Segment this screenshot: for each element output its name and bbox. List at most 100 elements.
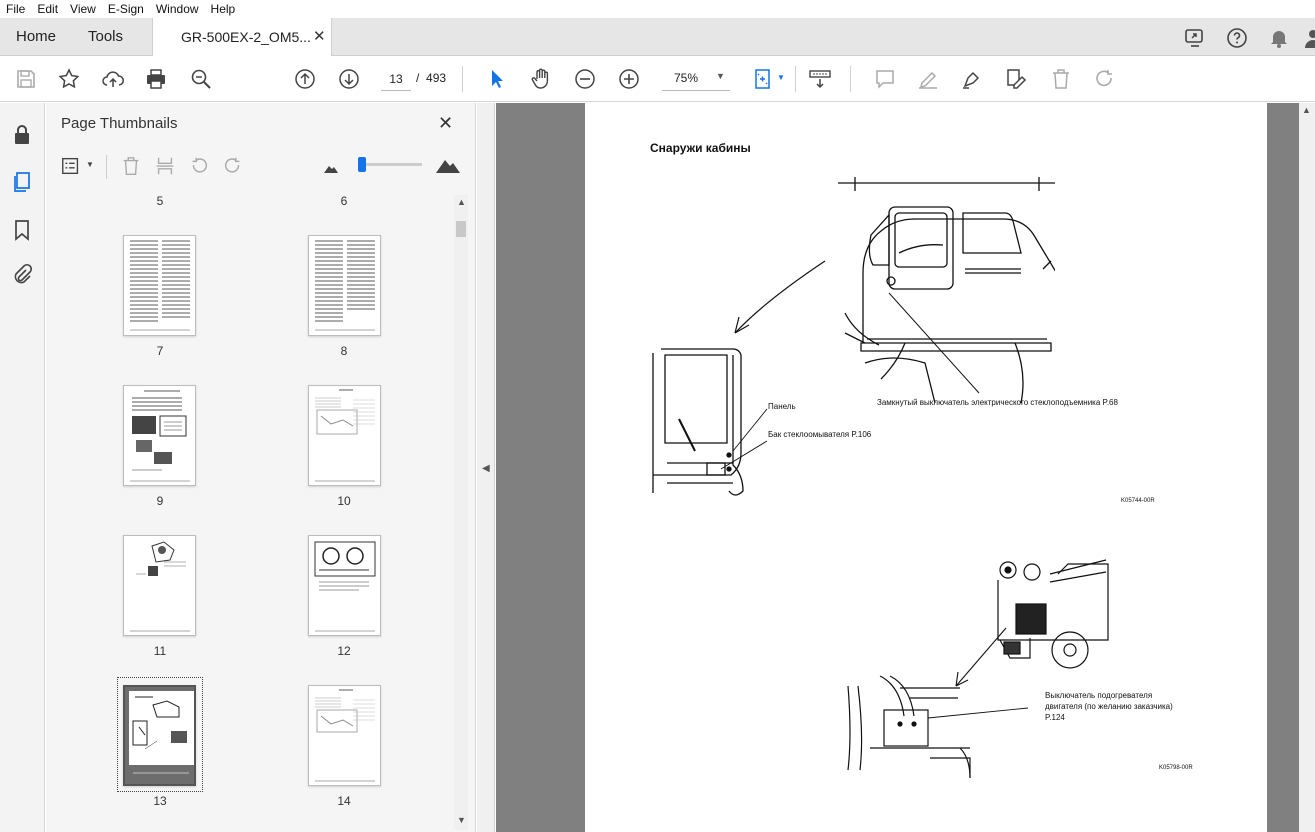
save-icon[interactable] bbox=[14, 67, 38, 91]
thumbnail-label: 12 bbox=[337, 644, 351, 658]
scroll-down-icon[interactable]: ▼ bbox=[457, 815, 466, 825]
engine-heater-diagram bbox=[847, 559, 1109, 778]
delete-icon[interactable] bbox=[1049, 67, 1073, 91]
toolbar-divider bbox=[795, 66, 796, 92]
zoom-in-icon[interactable] bbox=[617, 67, 641, 91]
delete-page-icon[interactable] bbox=[120, 155, 142, 177]
collapse-arrow-icon: ◀ bbox=[482, 463, 490, 474]
thumbnail-label: 11 bbox=[153, 644, 167, 658]
thumbnails-scrollbar[interactable]: ▲ ▼ bbox=[454, 195, 468, 830]
menu-window[interactable]: Window bbox=[150, 2, 205, 16]
menu-esign[interactable]: E-Sign bbox=[102, 2, 150, 16]
menu-view[interactable]: View bbox=[64, 2, 102, 16]
thumbnail-size-slider-handle[interactable] bbox=[358, 157, 366, 172]
page-thumbnail-14[interactable] bbox=[308, 685, 381, 786]
page-separator: / bbox=[416, 71, 420, 85]
draw-signature-icon[interactable] bbox=[960, 67, 984, 91]
highlight-pen-icon[interactable] bbox=[916, 67, 940, 91]
zoom-search-icon[interactable] bbox=[189, 67, 213, 91]
label-panel: Панель bbox=[768, 402, 796, 411]
rotate-counterclockwise-icon[interactable] bbox=[188, 155, 210, 177]
label-window-switch: Замкнутый выключатель электрического сте… bbox=[877, 398, 1118, 407]
panel-close-button[interactable]: ✕ bbox=[438, 113, 453, 134]
thumbnail-label: 13 bbox=[153, 794, 167, 808]
page-thumbnail-13[interactable] bbox=[123, 685, 196, 786]
panel-title: Page Thumbnails bbox=[61, 115, 178, 132]
zoom-level-select[interactable]: 75% ▼ bbox=[662, 67, 730, 91]
scroll-up-icon[interactable]: ▲ bbox=[457, 197, 466, 207]
bookmark-icon[interactable] bbox=[10, 218, 34, 242]
edit-document-icon[interactable] bbox=[1004, 67, 1028, 91]
extract-page-icon[interactable] bbox=[154, 155, 176, 177]
toolbar-divider bbox=[850, 66, 851, 92]
print-icon[interactable] bbox=[144, 67, 168, 91]
tab-home[interactable]: Home bbox=[16, 18, 56, 56]
help-icon[interactable] bbox=[1225, 26, 1249, 50]
page-thumbnail-12[interactable] bbox=[308, 535, 381, 636]
thumbnail-diagram-page bbox=[314, 541, 376, 632]
tab-tools[interactable]: Tools bbox=[88, 18, 123, 56]
figure-code-1: K05744-00R bbox=[1121, 498, 1155, 504]
document-viewport[interactable]: Снаружи кабины Замкнутый выключатель эле… bbox=[496, 103, 1299, 832]
options-menu-icon[interactable] bbox=[60, 155, 82, 177]
redo-icon[interactable] bbox=[1093, 67, 1117, 91]
rotate-clockwise-icon[interactable] bbox=[222, 155, 244, 177]
options-chevron-icon[interactable]: ▼ bbox=[86, 160, 94, 169]
document-scrollbar[interactable]: ▲ bbox=[1299, 103, 1315, 832]
thumbnail-label: 5 bbox=[156, 194, 164, 208]
tab-close-button[interactable]: ✕ bbox=[313, 27, 326, 45]
previous-page-icon[interactable] bbox=[293, 67, 317, 91]
thumbnail-label: 6 bbox=[340, 194, 348, 208]
label-heater-switch-3: P.124 bbox=[1045, 713, 1065, 722]
large-mountain-icon[interactable] bbox=[436, 157, 460, 173]
page-thumbnail-11[interactable] bbox=[123, 535, 196, 636]
fit-page-chevron-icon[interactable]: ▼ bbox=[777, 73, 785, 82]
share-screen-icon[interactable] bbox=[1183, 26, 1207, 50]
attachment-paperclip-icon[interactable] bbox=[10, 263, 34, 287]
thumbnail-diagram-page bbox=[130, 390, 190, 482]
menu-file[interactable]: File bbox=[0, 2, 31, 16]
panel-collapse-handle[interactable]: ◀ bbox=[477, 103, 495, 832]
tab-document[interactable]: GR-500EX-2_OM5... ✕ bbox=[152, 18, 332, 57]
lock-icon[interactable] bbox=[10, 123, 34, 147]
thumbnail-label: 10 bbox=[337, 494, 351, 508]
page-number-input[interactable] bbox=[381, 67, 411, 91]
page-thumbnail-10[interactable] bbox=[308, 385, 381, 486]
label-heater-switch-1: Выключатель подогревателя bbox=[1045, 691, 1153, 700]
zoom-out-icon[interactable] bbox=[573, 67, 597, 91]
scrolling-mode-icon[interactable] bbox=[808, 67, 832, 91]
comment-icon[interactable] bbox=[873, 67, 897, 91]
bookmark-star-icon[interactable] bbox=[57, 67, 81, 91]
fit-page-icon[interactable] bbox=[752, 67, 776, 91]
thumbnail-label: 14 bbox=[337, 794, 351, 808]
thumbnail-text-page bbox=[315, 240, 375, 331]
toolbar-divider bbox=[462, 66, 463, 92]
navigation-rail bbox=[0, 103, 45, 832]
upload-cloud-icon[interactable] bbox=[101, 67, 125, 91]
menu-bar: File Edit View E-Sign Window Help bbox=[0, 0, 1315, 18]
tab-document-title: GR-500EX-2_OM5... bbox=[181, 29, 311, 45]
page-thumbnail-9[interactable] bbox=[123, 385, 196, 486]
document-page: Снаружи кабины Замкнутый выключатель эле… bbox=[585, 103, 1267, 832]
page-thumbnail-8[interactable] bbox=[308, 235, 381, 336]
scroll-up-icon[interactable]: ▲ bbox=[1302, 105, 1311, 115]
chevron-down-icon: ▼ bbox=[716, 71, 725, 81]
next-page-icon[interactable] bbox=[337, 67, 361, 91]
thumbnail-toolbar: ▼ bbox=[46, 145, 476, 187]
thumbnail-label: 9 bbox=[156, 494, 164, 508]
menu-help[interactable]: Help bbox=[205, 2, 242, 16]
page-thumbnail-7[interactable] bbox=[123, 235, 196, 336]
hand-tool-icon[interactable] bbox=[529, 67, 553, 91]
notifications-bell-icon[interactable] bbox=[1267, 26, 1291, 50]
cab-exterior-diagram bbox=[652, 177, 1055, 496]
label-heater-switch-2: двигателя (по желанию заказчика) bbox=[1045, 702, 1173, 711]
small-mountain-icon[interactable] bbox=[324, 163, 338, 173]
tab-bar: Home Tools GR-500EX-2_OM5... ✕ bbox=[0, 18, 1315, 57]
thumbnail-diagram-page bbox=[315, 689, 375, 782]
page-thumbnails-icon[interactable] bbox=[10, 170, 34, 194]
select-cursor-icon[interactable] bbox=[485, 67, 509, 91]
scrollbar-thumb[interactable] bbox=[456, 221, 466, 237]
thumbnail-size-slider[interactable] bbox=[362, 163, 422, 166]
menu-edit[interactable]: Edit bbox=[31, 2, 64, 16]
account-icon[interactable] bbox=[1305, 28, 1315, 48]
